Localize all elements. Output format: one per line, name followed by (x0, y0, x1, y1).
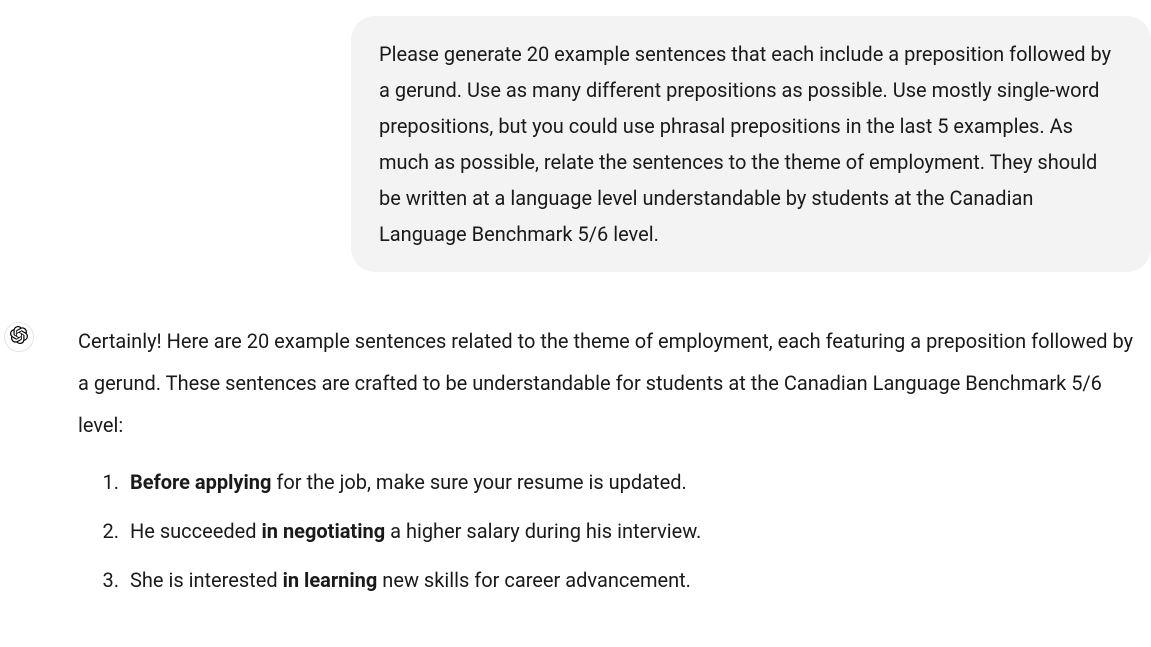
sentence-rest: for the job, make sure your resume is up… (271, 470, 686, 494)
user-message-bubble: Please generate 20 example sentences tha… (351, 16, 1151, 272)
sentence-list: Before applying for the job, make sure y… (78, 464, 1139, 599)
bold-phrase: Before applying (130, 470, 271, 494)
list-item: Before applying for the job, make sure y… (124, 464, 1139, 501)
assistant-intro-text: Certainly! Here are 20 example sentences… (78, 320, 1139, 446)
list-item: She is interested in learning new skills… (124, 562, 1139, 599)
assistant-avatar (4, 322, 34, 352)
sentence-pre: He succeeded (130, 519, 261, 543)
bold-phrase: in negotiating (261, 519, 385, 543)
sentence-pre: She is interested (130, 568, 283, 592)
sentence-rest: a higher salary during his interview. (385, 519, 701, 543)
assistant-message-content: Certainly! Here are 20 example sentences… (78, 320, 1151, 611)
bold-phrase: in learning (283, 568, 378, 592)
user-message-text: Please generate 20 example sentences tha… (379, 42, 1111, 246)
chat-container: Please generate 20 example sentences tha… (0, 0, 1151, 611)
openai-logo-icon (10, 326, 28, 348)
assistant-message-row: Certainly! Here are 20 example sentences… (0, 320, 1151, 611)
user-message-row: Please generate 20 example sentences tha… (0, 16, 1151, 272)
list-item: He succeeded in negotiating a higher sal… (124, 513, 1139, 550)
sentence-rest: new skills for career advancement. (377, 568, 691, 592)
